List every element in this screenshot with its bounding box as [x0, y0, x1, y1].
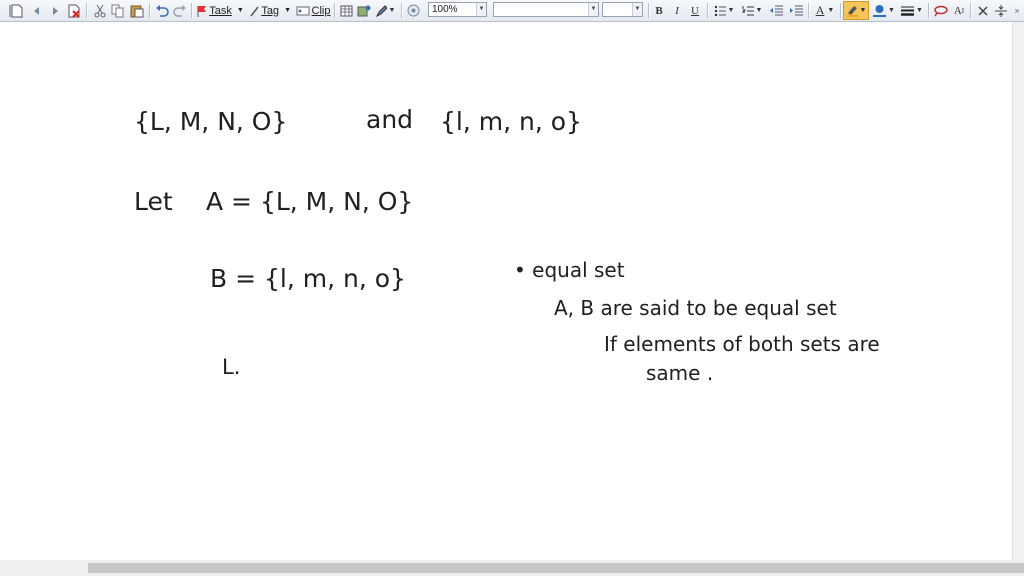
outdent-icon: [769, 5, 783, 16]
close-icon: [978, 5, 988, 16]
clear-format-label: A: [953, 4, 962, 17]
back-arrow-icon: [34, 6, 39, 15]
style-dropdown-icon[interactable]: ▼: [827, 7, 834, 14]
back-button[interactable]: [29, 0, 45, 21]
italic-button[interactable]: I: [670, 0, 684, 21]
zoom-select[interactable]: 100% ▼: [428, 2, 487, 17]
task-flag-icon: [197, 5, 207, 17]
close-button[interactable]: [975, 0, 991, 21]
pen-tag-icon: [250, 6, 259, 16]
set-a-definition: A = {L, M, N, O}: [206, 187, 413, 216]
font-family-select[interactable]: ▼: [493, 2, 599, 17]
toolbar-overflow-icon[interactable]: »: [1011, 0, 1023, 21]
definition-line-1: A, B are said to be equal set: [554, 296, 837, 320]
lasso-icon: [933, 5, 948, 16]
scissors-icon: [94, 4, 106, 17]
toolbar: Task ▼ Tag ▼ Clip ▼ 100% ▼ ▼ ▼ B I U ▼ ▼…: [0, 0, 1024, 22]
lasso-button[interactable]: [932, 0, 948, 21]
copy-button[interactable]: [110, 0, 126, 21]
cut-button[interactable]: [92, 0, 108, 21]
bullet-dropdown-icon[interactable]: ▼: [728, 7, 735, 14]
equal-set-heading: • equal set: [514, 258, 625, 282]
numbered-list-button[interactable]: ▼: [740, 0, 764, 21]
tag-dropdown-icon[interactable]: ▼: [284, 7, 291, 14]
undo-button[interactable]: [154, 0, 170, 21]
table-icon: [340, 5, 352, 16]
set-b-definition: B = {l, m, n, o}: [210, 264, 406, 293]
zoom-value: 100%: [432, 4, 458, 15]
pen-icon: [375, 4, 387, 17]
new-page-button[interactable]: [9, 0, 25, 21]
line-style-icon: [901, 6, 915, 16]
redo-icon: [173, 4, 186, 17]
font-color-dropdown-icon[interactable]: ▼: [888, 7, 895, 14]
zoom-button[interactable]: [405, 0, 421, 21]
ink-canvas: {L, M, N, O} and {l, m, n, o} Let A = {L…: [134, 105, 880, 385]
numbered-list-icon: [741, 6, 754, 16]
line-style-button[interactable]: ▼: [899, 0, 925, 21]
stray-letter-mark: L.: [222, 355, 240, 379]
insert-picture-button[interactable]: [356, 0, 372, 21]
clip-label: Clip: [311, 4, 331, 17]
insert-table-button[interactable]: [338, 0, 354, 21]
style-icon: A: [815, 3, 825, 17]
style-button[interactable]: A ▼: [812, 0, 838, 21]
font-size-dropdown-icon[interactable]: ▼: [632, 3, 642, 16]
font-color-button[interactable]: ▼: [871, 0, 897, 21]
zoom-icon: [407, 4, 419, 17]
indent-icon: [789, 5, 803, 16]
forward-button[interactable]: [47, 0, 63, 21]
increase-indent-button[interactable]: [788, 0, 804, 21]
note-page[interactable]: {L, M, N, O} and {l, m, n, o} Let A = {L…: [0, 22, 1012, 560]
font-color-icon: [873, 5, 887, 17]
task-dropdown-icon[interactable]: ▼: [237, 7, 244, 14]
pen-dropdown-icon[interactable]: ▼: [389, 7, 396, 14]
bullet-list-button[interactable]: ▼: [712, 0, 736, 21]
highlighter-button[interactable]: ▼: [843, 1, 869, 20]
numbering-dropdown-icon[interactable]: ▼: [756, 7, 763, 14]
vertical-scrollbar[interactable]: [1012, 22, 1024, 560]
definition-line-2: If elements of both sets are: [604, 332, 880, 356]
paste-button[interactable]: [129, 0, 145, 21]
decrease-indent-button[interactable]: [768, 0, 784, 21]
task-label: Task: [209, 4, 232, 17]
font-size-select[interactable]: ▼: [602, 2, 643, 17]
tag-button[interactable]: Tag ▼: [249, 0, 291, 21]
horizontal-scrollbar-thumb[interactable]: [88, 563, 1024, 573]
clip-icon: [296, 6, 310, 15]
paste-icon: [130, 5, 144, 17]
copy-icon: [111, 4, 124, 17]
insert-space-button[interactable]: [993, 0, 1009, 21]
set-lowercase-letters-text: {l, m, n, o}: [440, 107, 582, 136]
clip-button[interactable]: Clip: [295, 0, 331, 21]
picture-tool-icon: [357, 5, 371, 17]
line-style-dropdown-icon[interactable]: ▼: [916, 7, 923, 14]
let-word: Let: [134, 187, 173, 216]
bold-button[interactable]: B: [652, 0, 666, 21]
forward-arrow-icon: [53, 6, 58, 15]
definition-line-3: same .: [646, 361, 713, 385]
delete-page-icon: [68, 4, 80, 18]
and-word: and: [366, 105, 413, 134]
bullet-list-icon: [714, 5, 726, 16]
tag-label: Tag: [261, 4, 280, 17]
undo-icon: [156, 4, 169, 17]
task-button[interactable]: Task ▼: [196, 0, 244, 21]
zoom-dropdown-icon[interactable]: ▼: [476, 3, 486, 16]
underline-button[interactable]: U: [688, 0, 702, 21]
highlighter-icon: [845, 6, 858, 17]
line1: {L, M, N, O} and {l, m, n, o}: [134, 105, 582, 136]
clear-format-button[interactable]: AI: [951, 0, 967, 21]
highlight-dropdown-icon[interactable]: ▼: [860, 7, 867, 14]
insert-space-icon: [995, 4, 1007, 17]
pen-tool-button[interactable]: ▼: [373, 0, 397, 21]
redo-button[interactable]: [172, 0, 188, 21]
set-capital-letters-text: {L, M, N, O}: [134, 107, 287, 136]
delete-page-button[interactable]: [66, 0, 82, 21]
font-family-dropdown-icon[interactable]: ▼: [588, 3, 598, 16]
new-page-icon: [11, 4, 23, 17]
